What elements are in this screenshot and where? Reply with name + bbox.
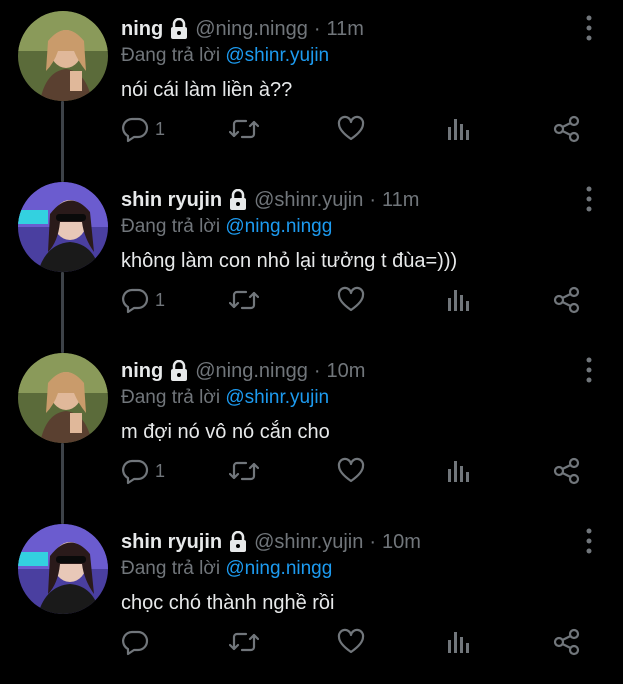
- action-bar: [121, 627, 591, 657]
- replying-to: Đang trả lời @shinr.yujin: [121, 45, 329, 67]
- timestamp[interactable]: 11m: [327, 18, 364, 41]
- retweet-icon: [229, 286, 259, 314]
- timestamp[interactable]: 10m: [327, 360, 366, 383]
- tweet-text: nói cái làm liền à??: [121, 79, 293, 101]
- share-button[interactable]: [553, 627, 581, 657]
- handle[interactable]: @shinr.yujin: [254, 531, 363, 554]
- share-button[interactable]: [553, 114, 581, 144]
- analytics-button[interactable]: [447, 456, 471, 486]
- separator: ·: [369, 188, 377, 211]
- mention-link[interactable]: @ning.ningg: [225, 558, 332, 579]
- retweet-button[interactable]: [229, 456, 259, 486]
- tweet[interactable]: shin ryujin @shinr.yujin · 10m Đang trả …: [0, 513, 623, 684]
- share-icon: [553, 286, 581, 314]
- reply-button[interactable]: [121, 627, 155, 657]
- more-icon[interactable]: [585, 14, 593, 42]
- handle[interactable]: @ning.ningg: [195, 18, 308, 41]
- more-icon[interactable]: [585, 356, 593, 384]
- replying-to: Đang trả lời @ning.ningg: [121, 216, 332, 238]
- reply-icon: [121, 628, 149, 656]
- lock-icon: [169, 18, 189, 40]
- replying-label: Đang trả lời: [121, 558, 221, 579]
- tweet[interactable]: ning @ning.ningg · 11m Đang trả lời @shi…: [0, 0, 623, 171]
- lock-icon: [228, 531, 248, 553]
- replying-to: Đang trả lời @ning.ningg: [121, 558, 332, 580]
- share-icon: [553, 628, 581, 656]
- display-name[interactable]: ning: [121, 18, 163, 41]
- reply-button[interactable]: 1: [121, 285, 165, 315]
- analytics-button[interactable]: [447, 627, 471, 657]
- mention-link[interactable]: @shinr.yujin: [225, 45, 329, 66]
- separator: ·: [369, 530, 377, 553]
- tweet[interactable]: ning @ning.ningg · 10m Đang trả lời @shi…: [0, 342, 623, 513]
- replying-label: Đang trả lời: [121, 387, 221, 408]
- retweet-button[interactable]: [229, 114, 259, 144]
- avatar[interactable]: [18, 11, 108, 101]
- analytics-button[interactable]: [447, 114, 471, 144]
- action-bar: 1: [121, 114, 591, 144]
- display-name[interactable]: shin ryujin: [121, 189, 222, 212]
- retweet-icon: [229, 457, 259, 485]
- timestamp[interactable]: 10m: [382, 531, 421, 554]
- lock-icon: [228, 189, 248, 211]
- like-button[interactable]: [337, 285, 365, 315]
- retweet-icon: [229, 628, 259, 656]
- tweet[interactable]: shin ryujin @shinr.yujin · 11m Đang trả …: [0, 171, 623, 342]
- reply-count: 1: [155, 118, 166, 139]
- avatar[interactable]: [18, 524, 108, 614]
- share-button[interactable]: [553, 456, 581, 486]
- retweet-icon: [229, 115, 259, 143]
- avatar[interactable]: [18, 182, 108, 272]
- more-icon[interactable]: [585, 527, 593, 555]
- tweet-text: chọc chó thành nghề rồi: [121, 592, 335, 614]
- like-icon: [337, 628, 365, 656]
- analytics-icon: [447, 628, 471, 656]
- reply-count: 1: [155, 289, 166, 310]
- tweet-text: m đợi nó vô nó cắn cho: [121, 421, 330, 443]
- more-icon[interactable]: [585, 185, 593, 213]
- analytics-button[interactable]: [447, 285, 471, 315]
- like-icon: [337, 115, 365, 143]
- tweet-text: không làm con nhỏ lại tưởng t đùa=))): [121, 250, 458, 272]
- display-name[interactable]: shin ryujin: [121, 531, 222, 554]
- retweet-button[interactable]: [229, 627, 259, 657]
- timestamp[interactable]: 11m: [382, 189, 419, 212]
- analytics-icon: [447, 457, 471, 485]
- reply-icon: [121, 286, 149, 314]
- reply-icon: [121, 115, 149, 143]
- replying-label: Đang trả lời: [121, 45, 221, 66]
- retweet-button[interactable]: [229, 285, 259, 315]
- separator: ·: [313, 17, 321, 40]
- reply-button[interactable]: 1: [121, 456, 165, 486]
- display-name[interactable]: ning: [121, 360, 163, 383]
- like-button[interactable]: [337, 627, 365, 657]
- avatar[interactable]: [18, 353, 108, 443]
- replying-label: Đang trả lời: [121, 216, 221, 237]
- share-button[interactable]: [553, 285, 581, 315]
- like-icon: [337, 457, 365, 485]
- handle[interactable]: @shinr.yujin: [254, 189, 363, 212]
- reply-icon: [121, 457, 149, 485]
- mention-link[interactable]: @ning.ningg: [225, 216, 332, 237]
- share-icon: [553, 457, 581, 485]
- share-icon: [553, 115, 581, 143]
- reply-count: 1: [155, 460, 166, 481]
- mention-link[interactable]: @shinr.yujin: [225, 387, 329, 408]
- like-icon: [337, 286, 365, 314]
- lock-icon: [169, 360, 189, 382]
- action-bar: 1: [121, 456, 591, 486]
- handle[interactable]: @ning.ningg: [195, 360, 308, 383]
- like-button[interactable]: [337, 114, 365, 144]
- action-bar: 1: [121, 285, 591, 315]
- separator: ·: [313, 359, 321, 382]
- reply-button[interactable]: 1: [121, 114, 165, 144]
- analytics-icon: [447, 286, 471, 314]
- replying-to: Đang trả lời @shinr.yujin: [121, 387, 329, 409]
- like-button[interactable]: [337, 456, 365, 486]
- analytics-icon: [447, 115, 471, 143]
